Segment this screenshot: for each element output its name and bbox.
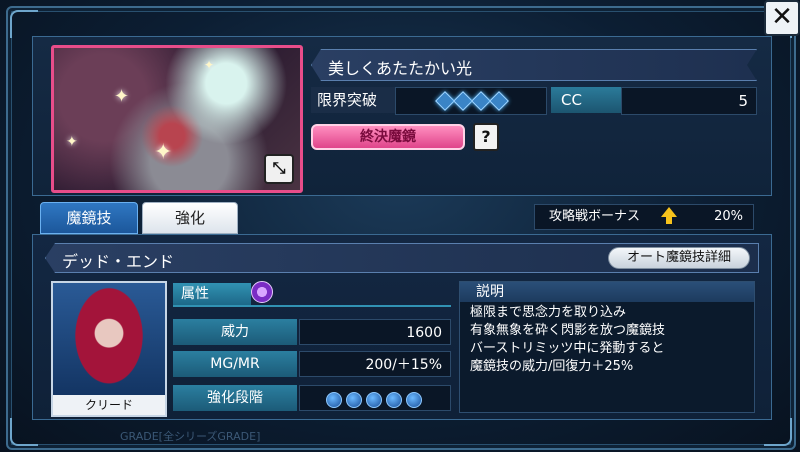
frame-corner bbox=[10, 418, 38, 446]
tab-enhance[interactable]: 強化 bbox=[142, 202, 238, 234]
mgmr-value: 200/＋15% bbox=[299, 351, 451, 377]
character-name: クリード bbox=[53, 395, 165, 415]
sparkle-icon: ✦ bbox=[114, 86, 130, 107]
card-title: 美しくあたたかい光 bbox=[328, 59, 473, 78]
orb-icon bbox=[366, 392, 382, 408]
attribute-icon bbox=[251, 281, 273, 303]
limit-break-gauge bbox=[395, 87, 547, 115]
bonus-label: 攻略戦ボーナス bbox=[549, 209, 641, 224]
card-panel: ✦ ✦ ✦ ✦ ⤡ 美しくあたたかい光 限界突破 CC 5 終決魔鏡 ? bbox=[32, 36, 772, 196]
bonus-value: 20% bbox=[714, 209, 743, 224]
description-line: 有象無象を砕く閃影を放つ魔鏡技 bbox=[470, 323, 666, 338]
card-image[interactable]: ✦ ✦ ✦ ✦ ⤡ bbox=[51, 45, 303, 193]
footer-text: GRADE[全シリーズGRADE] bbox=[120, 430, 261, 443]
limit-break-label: 限界突破 bbox=[311, 87, 401, 113]
close-icon[interactable]: ✕ bbox=[764, 0, 800, 36]
orb-icon bbox=[326, 392, 342, 408]
sparkle-icon: ✦ bbox=[66, 134, 78, 150]
diamond-icon bbox=[453, 91, 473, 111]
help-icon[interactable]: ? bbox=[473, 123, 499, 151]
enhance-stage-label: 強化段階 bbox=[173, 385, 297, 411]
attribute-label: 属性 bbox=[173, 283, 251, 305]
orb-icon bbox=[386, 392, 402, 408]
skill-name-bar: デッド・エンド オート魔鏡技詳細 bbox=[45, 243, 759, 273]
skill-name: デッド・エンド bbox=[62, 252, 175, 271]
card-title-bar: 美しくあたたかい光 bbox=[311, 49, 757, 81]
cc-value: 5 bbox=[621, 87, 757, 115]
diamond-icon bbox=[471, 91, 491, 111]
tab-skill[interactable]: 魔鏡技 bbox=[40, 202, 138, 234]
diamond-icon bbox=[489, 91, 509, 111]
divider bbox=[173, 305, 451, 307]
cc-label: CC bbox=[551, 87, 629, 113]
description-heading: 説明 bbox=[460, 282, 754, 302]
orb-icon bbox=[406, 392, 422, 408]
expand-icon[interactable]: ⤡ bbox=[264, 154, 294, 184]
description-text: 極限まで思念力を取り込み 有象無象を砕く閃影を放つ魔鏡技 バーストリミッツ中に発… bbox=[460, 302, 754, 378]
description-line: バーストリミッツ中に発動すると bbox=[470, 341, 665, 356]
description-line: 極限まで思念力を取り込み bbox=[470, 305, 627, 320]
mgmr-label: MG/MR bbox=[173, 351, 297, 377]
enhance-stage-gauge bbox=[299, 385, 451, 411]
description-box: 説明 極限まで思念力を取り込み 有象無象を砕く閃影を放つ魔鏡技 バーストリミッツ… bbox=[459, 281, 755, 413]
power-label: 威力 bbox=[173, 319, 297, 345]
frame-corner bbox=[10, 10, 38, 38]
frame-corner bbox=[764, 418, 792, 446]
final-mirror-button[interactable]: 終決魔鏡 bbox=[311, 124, 465, 150]
raid-bonus: 攻略戦ボーナス 20% bbox=[534, 204, 754, 230]
auto-skill-details-button[interactable]: オート魔鏡技詳細 bbox=[608, 247, 750, 269]
diamond-icon bbox=[435, 91, 455, 111]
up-arrow-icon bbox=[666, 216, 672, 224]
sparkle-icon: ✦ bbox=[204, 58, 215, 72]
avatar[interactable]: クリード bbox=[51, 281, 167, 417]
description-line: 魔鏡技の威力/回復力＋25% bbox=[470, 359, 634, 374]
power-value: 1600 bbox=[299, 319, 451, 345]
orb-icon bbox=[346, 392, 362, 408]
sparkle-icon: ✦ bbox=[154, 140, 173, 165]
skill-panel: デッド・エンド オート魔鏡技詳細 クリード 属性 威力 1600 MG/MR 2… bbox=[32, 234, 772, 420]
